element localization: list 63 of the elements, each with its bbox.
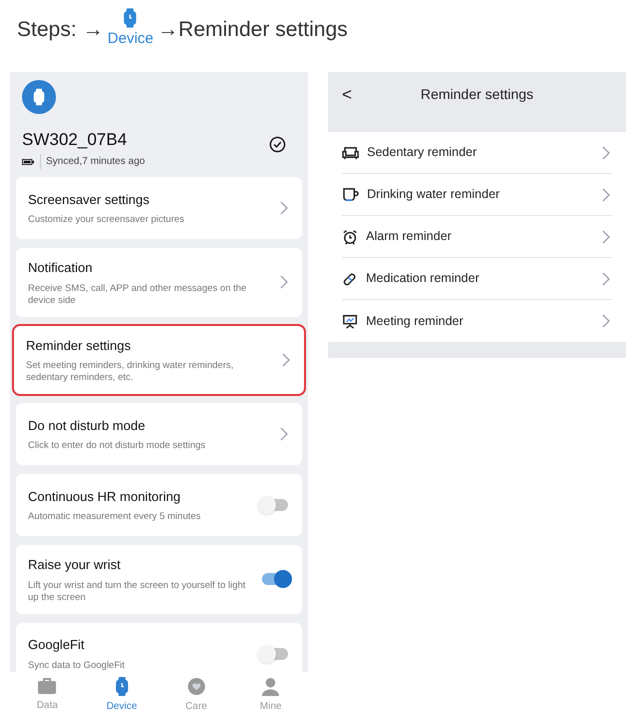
device-name: SW302_07B4 <box>22 128 127 151</box>
target-label: Reminder settings <box>178 17 348 43</box>
chevron-right-icon <box>602 314 610 328</box>
briefcase-icon <box>37 677 58 695</box>
settings-card[interactable]: Continuous HR monitoring Automatic measurement every 5 minutes <box>16 474 302 536</box>
setting-title: Screensaver settings <box>28 190 150 209</box>
settings-card[interactable]: Reminder settings Set meeting reminders, drinking water reminders, sedentary reminders, etc. <box>14 326 304 394</box>
setting-title: Raise your wrist <box>28 556 122 574</box>
chevron-right-icon <box>280 427 288 441</box>
setting-description: Click to enter do not disturb mode settings <box>28 440 206 452</box>
setting-description: Sync data to GoogleFit <box>28 660 125 672</box>
chevron-right-icon <box>280 201 288 215</box>
chevron-right-icon <box>280 275 288 290</box>
steps-label: Steps: <box>17 17 77 43</box>
heart-circle-icon <box>186 676 206 696</box>
settings-card[interactable]: Notification Receive SMS, call, APP and other messages on the device side <box>16 248 302 316</box>
chevron-right-icon <box>602 272 610 286</box>
chevron-right-icon <box>602 188 610 202</box>
setting-description: Receive SMS, call, APP and other messages on the device side <box>28 282 248 306</box>
reminder-label: Medication reminder <box>366 270 480 288</box>
setting-title: Reminder settings <box>26 336 132 355</box>
chevron-right-icon <box>282 352 290 367</box>
watch-icon <box>123 8 138 28</box>
setting-description: Automatic measurement every 5 minutes <box>28 511 201 524</box>
reminder-row[interactable]: Sedentary reminder <box>342 132 612 174</box>
setting-description: Set meeting reminders, drinking water reminders, sedentary reminders, etc. <box>26 360 235 384</box>
settings-card[interactable]: Do not disturb mode Click to enter do not disturb mode settings <box>16 403 302 465</box>
reminder-label: Drinking water reminder <box>367 186 501 204</box>
arrow: → <box>82 17 104 43</box>
settings-card[interactable]: Raise your wrist Lift your wrist and turn the screen to yourself to light up the screen <box>16 545 302 614</box>
reminder-label: Sedentary reminder <box>367 144 478 162</box>
armchair-icon <box>342 145 359 160</box>
watch-icon <box>33 88 45 106</box>
sync-status: Synced,7 minutes ago <box>40 154 145 169</box>
arrow: → <box>157 17 178 43</box>
setting-description: Customize your screensaver pictures <box>28 214 184 226</box>
check-circle-icon[interactable] <box>269 136 286 153</box>
setting-title: GoogleFit <box>28 636 86 654</box>
pill-icon <box>342 270 358 286</box>
reminder-label: Meeting reminder <box>366 312 464 330</box>
reminder-row[interactable]: Meeting reminder <box>342 300 612 342</box>
setting-title: Do not disturb mode <box>28 416 146 435</box>
cup-icon <box>342 187 359 202</box>
back-button[interactable]: < <box>342 82 362 108</box>
chevron-right-icon <box>602 146 610 160</box>
alarm-clock-icon <box>342 228 358 244</box>
reminder-row[interactable]: Medication reminder <box>342 258 612 300</box>
screen-title: Reminder settings <box>420 85 534 104</box>
setting-description: Lift your wrist and turn the screen to yourself to light up the screen <box>28 580 247 604</box>
settings-card[interactable]: Screensaver settings Customize your screensaver pictures <box>16 177 302 239</box>
nav-tab[interactable]: Device <box>84 676 159 714</box>
reminder-row[interactable]: Drinking water reminder <box>342 174 612 216</box>
person-icon <box>261 676 280 696</box>
settings-card[interactable]: GoogleFit Sync data to GoogleFit <box>16 622 302 672</box>
reminder-label: Alarm reminder <box>366 228 452 246</box>
presentation-board-icon <box>342 313 358 329</box>
battery-icon <box>22 158 34 164</box>
watch-icon <box>114 676 129 696</box>
chevron-right-icon <box>602 230 610 244</box>
device-tab-label: Device <box>108 29 154 49</box>
reminder-row[interactable]: Alarm reminder <box>342 216 612 258</box>
setting-title: Continuous HR monitoring <box>28 488 182 506</box>
setting-title: Notification <box>28 259 94 277</box>
